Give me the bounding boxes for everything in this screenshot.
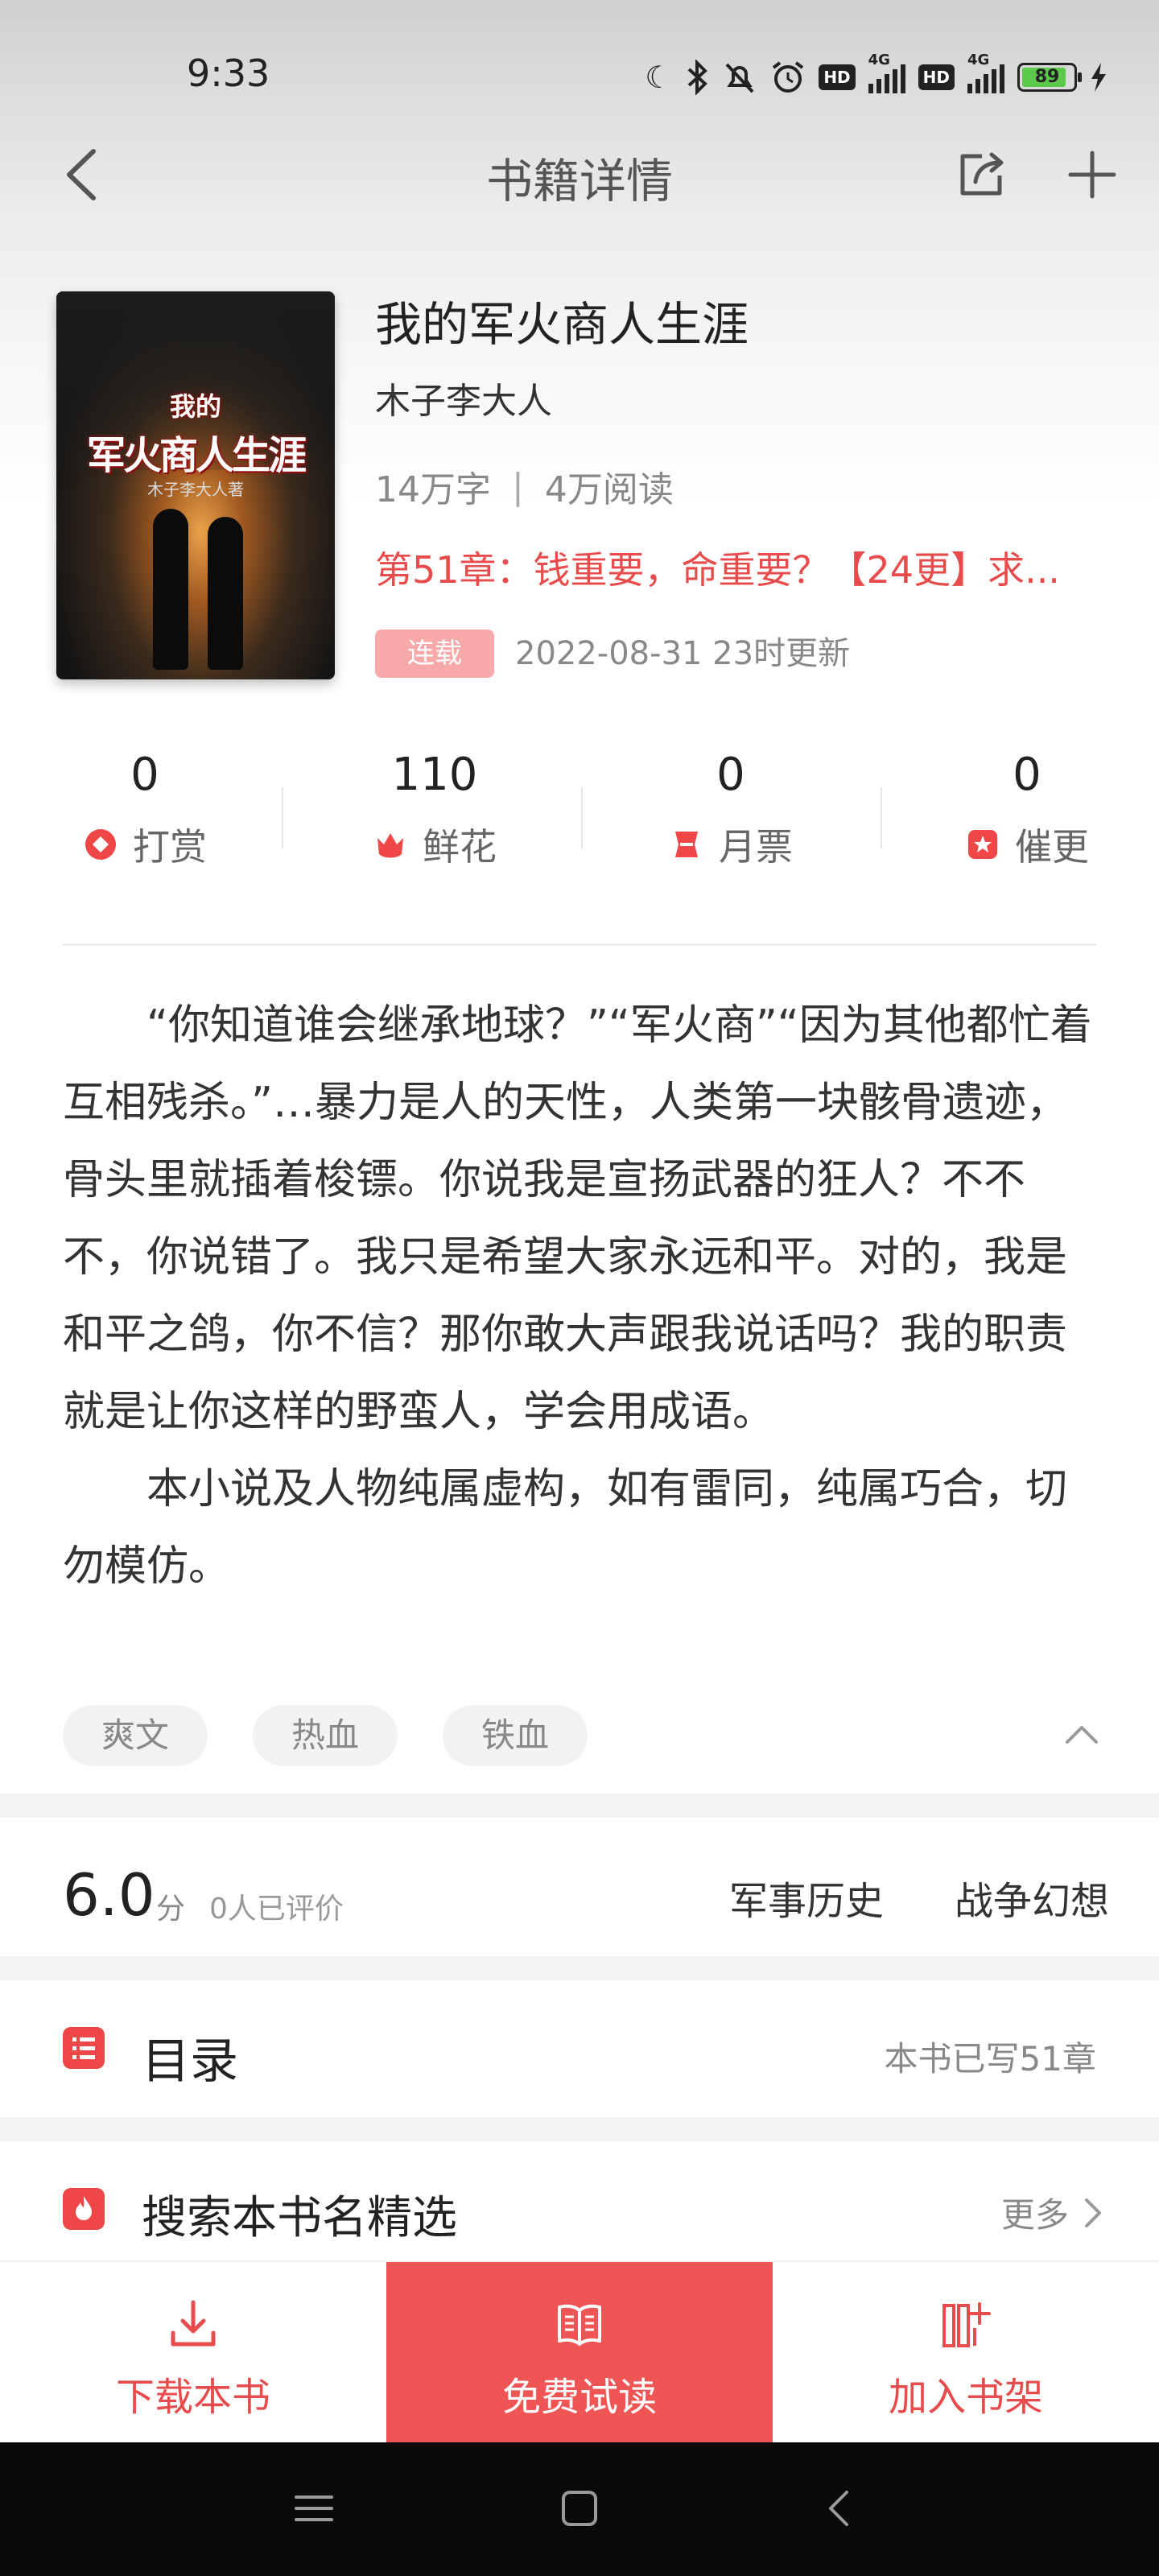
alarm-icon bbox=[773, 61, 804, 93]
chevron-right-icon bbox=[1085, 2198, 1101, 2227]
stat-label: 鲜花 bbox=[423, 825, 497, 869]
download-button[interactable]: 下载本书 bbox=[0, 2262, 386, 2444]
flame-icon bbox=[63, 2188, 105, 2230]
hd-badge-2: HD bbox=[918, 64, 955, 90]
add-to-shelf-button[interactable]: 加入书架 bbox=[773, 2262, 1159, 2444]
more-link[interactable]: 更多 bbox=[1001, 2188, 1103, 2237]
cover-figures bbox=[145, 501, 258, 670]
stat-label: 月票 bbox=[719, 825, 793, 869]
status-badge: 连载 bbox=[375, 630, 494, 678]
add-to-shelf-label: 加入书架 bbox=[888, 2375, 1043, 2420]
search-featured-title: 搜索本书名精选 bbox=[142, 2192, 457, 2244]
cover-big-title: 军火商人生涯 bbox=[86, 433, 307, 478]
stat-divider bbox=[581, 787, 583, 848]
add-icon[interactable] bbox=[1064, 147, 1120, 203]
word-count: 14万字 bbox=[375, 469, 491, 510]
tag-chip[interactable]: 铁血 bbox=[443, 1705, 588, 1766]
free-read-button[interactable]: 免费试读 bbox=[386, 2262, 773, 2444]
menu-icon[interactable] bbox=[288, 2483, 340, 2534]
stat-urge[interactable]: 0 催更 bbox=[882, 747, 1159, 871]
home-icon[interactable] bbox=[554, 2483, 605, 2534]
book-meta: 14万字 | 4万阅读 bbox=[375, 460, 674, 512]
bookshelf-add-icon bbox=[942, 2302, 991, 2347]
section-gap bbox=[0, 1794, 1159, 1818]
catalog-title: 目录 bbox=[142, 2033, 238, 2090]
tag-chip[interactable]: 热血 bbox=[253, 1705, 398, 1766]
stat-label: 催更 bbox=[1015, 825, 1089, 869]
stat-reward[interactable]: 0 打赏 bbox=[0, 747, 290, 871]
status-icons: ☾ HD 4G HD 4G 89 bbox=[645, 52, 1107, 100]
more-label: 更多 bbox=[1000, 2195, 1069, 2235]
list-icon bbox=[63, 2027, 105, 2069]
stats-row: 0 打赏 110 鲜花 0 月票 0 催更 bbox=[0, 747, 1159, 892]
stat-value: 0 bbox=[130, 749, 159, 801]
navbar: 书籍详情 bbox=[0, 129, 1159, 217]
flower-icon bbox=[377, 833, 403, 858]
book-author[interactable]: 木子李大人 bbox=[375, 372, 552, 423]
rating-count: 0人已评价 bbox=[209, 1893, 344, 1926]
system-back-icon[interactable] bbox=[815, 2483, 866, 2534]
divider bbox=[63, 943, 1096, 946]
stat-divider bbox=[282, 787, 283, 848]
stat-label: 打赏 bbox=[133, 825, 207, 869]
hd-badge: HD bbox=[819, 64, 856, 90]
synopsis: “你知道谁会继承地球？”“军火商”“因为其他都忙着互相残杀。”…暴力是人的天性，… bbox=[63, 987, 1098, 1605]
book-open-icon bbox=[558, 2304, 601, 2346]
catalog-row[interactable]: 目录 本书已写51章 bbox=[0, 1980, 1159, 2117]
stat-ticket[interactable]: 0 月票 bbox=[586, 747, 876, 871]
section-gap bbox=[0, 1956, 1159, 1980]
rating-score: 6.0 bbox=[63, 1861, 155, 1929]
stat-value: 110 bbox=[391, 749, 478, 801]
search-featured-row[interactable]: 搜索本书名精选 更多 bbox=[0, 2141, 1159, 2262]
urge-icon bbox=[968, 830, 997, 859]
book-cover[interactable]: 我的 军火商人生涯 木子李大人著 bbox=[56, 291, 335, 679]
free-read-label: 免费试读 bbox=[501, 2375, 657, 2420]
signal-icon: 4G bbox=[868, 52, 905, 93]
signal-icon-2: 4G bbox=[967, 52, 1004, 93]
book-title: 我的军火商人生涯 bbox=[375, 297, 749, 352]
reward-icon bbox=[85, 829, 116, 860]
chevron-up-icon[interactable] bbox=[1062, 1718, 1101, 1750]
share-icon[interactable] bbox=[955, 147, 1011, 203]
charging-icon bbox=[1091, 63, 1106, 92]
status-time: 9:33 bbox=[187, 52, 270, 95]
tag-list: 爽文 热血 铁血 bbox=[63, 1705, 588, 1766]
action-bar: 下载本书 免费试读 加入书架 bbox=[0, 2260, 1159, 2444]
section-gap bbox=[0, 2117, 1159, 2141]
stat-flower[interactable]: 110 鲜花 bbox=[290, 747, 580, 871]
tag-chip[interactable]: 爽文 bbox=[63, 1705, 208, 1766]
cover-small-title: 我的 bbox=[169, 391, 221, 422]
mute-bell-icon bbox=[725, 63, 754, 93]
bluetooth-icon bbox=[687, 60, 708, 95]
category-link[interactable]: 战争幻想 bbox=[955, 1869, 1109, 1926]
moon-icon: ☾ bbox=[645, 60, 673, 95]
update-time: 2022-08-31 23时更新 bbox=[515, 635, 851, 672]
ticket-icon bbox=[675, 832, 698, 857]
stat-value: 0 bbox=[1013, 749, 1041, 801]
battery-icon: 89 bbox=[1017, 63, 1082, 92]
stat-value: 0 bbox=[716, 749, 745, 801]
category-link[interactable]: 军事历史 bbox=[729, 1869, 884, 1926]
meta-separator: | bbox=[512, 465, 524, 507]
cover-author: 木子李大人著 bbox=[147, 480, 244, 499]
rating-unit: 分 bbox=[156, 1893, 186, 1926]
synopsis-paragraph: 本小说及人物纯属虚构，如有雷同，纯属巧合，切勿模仿。 bbox=[63, 1465, 1068, 1591]
chapter-count: 本书已写51章 bbox=[884, 2039, 1096, 2079]
system-nav-bar bbox=[0, 2442, 1159, 2576]
read-count: 4万阅读 bbox=[544, 469, 674, 510]
download-label: 下载本书 bbox=[115, 2375, 270, 2420]
download-icon bbox=[171, 2300, 216, 2347]
latest-chapter-link[interactable]: 第51章：钱重要，命重要？【24更】求... bbox=[375, 541, 1107, 594]
synopsis-paragraph: “你知道谁会继承地球？”“军火商”“因为其他都忙着互相残杀。”…暴力是人的天性，… bbox=[63, 1001, 1092, 1436]
rating-row: 6.0 分 0人已评价 军事历史 战争幻想 bbox=[0, 1819, 1159, 1956]
